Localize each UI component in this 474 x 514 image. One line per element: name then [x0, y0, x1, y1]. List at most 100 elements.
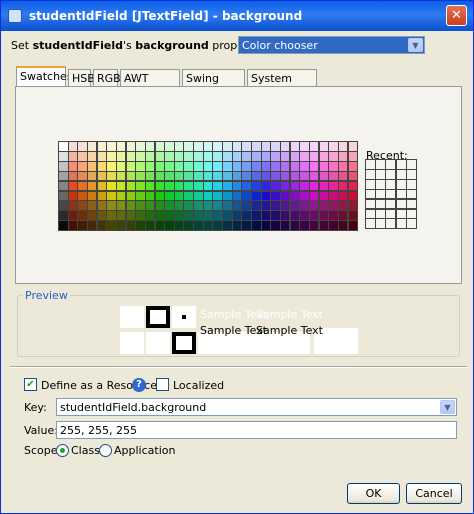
recent-swatch-cell[interactable] [386, 189, 396, 199]
swatch-cell[interactable] [126, 171, 136, 181]
ok-button[interactable]: OK [347, 483, 400, 504]
swatch-cell[interactable] [261, 181, 271, 191]
swatch-cell[interactable] [261, 191, 271, 201]
tab-hsb[interactable]: HSB [68, 69, 95, 86]
swatch-cell[interactable] [203, 211, 213, 221]
swatch-cell[interactable] [174, 151, 184, 161]
swatch-cell[interactable] [242, 191, 251, 201]
swatch-cell[interactable] [155, 181, 164, 191]
swatch-cell[interactable] [223, 201, 232, 211]
swatch-cell[interactable] [87, 191, 97, 201]
swatch-cell[interactable] [184, 201, 193, 211]
swatch-cell[interactable] [155, 191, 164, 201]
swatch-cell[interactable] [261, 142, 271, 151]
swatch-cell[interactable] [290, 181, 300, 191]
swatch-cell[interactable] [232, 211, 242, 221]
swatch-cell[interactable] [242, 161, 251, 171]
swatch-cell[interactable] [136, 181, 145, 191]
recent-swatch-cell[interactable] [376, 199, 386, 209]
swatch-cell[interactable] [184, 151, 193, 161]
swatch-cell[interactable] [116, 171, 126, 181]
swatch-cell[interactable] [213, 171, 222, 181]
swatch-cell[interactable] [68, 151, 78, 161]
swatch-cell[interactable] [252, 181, 261, 191]
swatch-cell[interactable] [223, 161, 232, 171]
swatch-cell[interactable] [116, 221, 126, 230]
swatch-cell[interactable] [126, 191, 136, 201]
chevron-down-icon[interactable]: ▼ [408, 38, 423, 52]
swatch-cell[interactable] [126, 201, 136, 211]
swatch-cell[interactable] [203, 191, 213, 201]
swatch-cell[interactable] [242, 151, 251, 161]
swatch-cell[interactable] [59, 221, 68, 230]
swatch-cell[interactable] [165, 211, 174, 221]
recent-swatch-cell[interactable] [406, 209, 416, 219]
recent-swatch-cell[interactable] [396, 179, 406, 189]
swatch-cell[interactable] [319, 221, 329, 230]
swatch-cell[interactable] [232, 151, 242, 161]
swatch-cell[interactable] [116, 142, 126, 151]
swatch-cell[interactable] [300, 171, 309, 181]
recent-swatch-cell[interactable] [366, 189, 375, 199]
swatch-cell[interactable] [213, 201, 222, 211]
swatch-cell[interactable] [126, 181, 136, 191]
swatch-cell[interactable] [87, 221, 97, 230]
swatch-cell[interactable] [232, 191, 242, 201]
swatch-cell[interactable] [59, 211, 68, 221]
swatch-cell[interactable] [329, 221, 338, 230]
swatch-cell[interactable] [87, 171, 97, 181]
swatch-cell[interactable] [271, 191, 280, 201]
swatch-cell[interactable] [87, 151, 97, 161]
recent-swatch-cell[interactable] [366, 199, 375, 209]
swatch-cell[interactable] [319, 181, 329, 191]
swatch-cell[interactable] [203, 142, 213, 151]
swatch-cell[interactable] [68, 181, 78, 191]
swatch-cell[interactable] [348, 201, 357, 211]
swatch-cell[interactable] [242, 211, 251, 221]
swatch-cell[interactable] [78, 211, 87, 221]
swatch-cell[interactable] [107, 161, 116, 171]
swatch-cell[interactable] [87, 181, 97, 191]
swatch-cell[interactable] [107, 151, 116, 161]
swatch-cell[interactable] [155, 171, 164, 181]
recent-swatch-cell[interactable] [386, 209, 396, 219]
swatch-cell[interactable] [165, 171, 174, 181]
swatch-cell[interactable] [290, 221, 300, 230]
swatch-cell[interactable] [223, 142, 232, 151]
swatch-cell[interactable] [68, 191, 78, 201]
swatch-cell[interactable] [338, 211, 348, 221]
swatch-cell[interactable] [338, 171, 348, 181]
swatch-cell[interactable] [348, 171, 357, 181]
swatch-cell[interactable] [213, 142, 222, 151]
swatch-cell[interactable] [78, 191, 87, 201]
swatch-cell[interactable] [78, 142, 87, 151]
swatch-cell[interactable] [145, 171, 155, 181]
swatch-cell[interactable] [242, 201, 251, 211]
swatch-cell[interactable] [116, 181, 126, 191]
swatch-cell[interactable] [155, 151, 164, 161]
swatch-cell[interactable] [261, 151, 271, 161]
swatch-cell[interactable] [87, 201, 97, 211]
swatch-cell[interactable] [68, 211, 78, 221]
swatch-cell[interactable] [194, 201, 203, 211]
swatch-cell[interactable] [203, 151, 213, 161]
tab-swatches[interactable]: Swatches [16, 66, 73, 87]
swatch-cell[interactable] [271, 142, 280, 151]
recent-swatch-cell[interactable] [366, 209, 375, 219]
swatch-cell[interactable] [319, 171, 329, 181]
recent-swatch-cell[interactable] [386, 160, 396, 169]
swatch-cell[interactable] [174, 161, 184, 171]
swatch-cell[interactable] [136, 221, 145, 230]
swatch-cell[interactable] [194, 191, 203, 201]
scope-class-radio[interactable] [56, 444, 69, 457]
swatch-cell[interactable] [309, 211, 319, 221]
swatch-cell[interactable] [309, 191, 319, 201]
swatch-cell[interactable] [290, 151, 300, 161]
swatch-cell[interactable] [261, 171, 271, 181]
swatch-cell[interactable] [145, 201, 155, 211]
swatch-cell[interactable] [338, 191, 348, 201]
swatch-cell[interactable] [107, 201, 116, 211]
swatch-cell[interactable] [300, 201, 309, 211]
swatch-cell[interactable] [309, 171, 319, 181]
recent-swatch-cell[interactable] [366, 169, 375, 179]
